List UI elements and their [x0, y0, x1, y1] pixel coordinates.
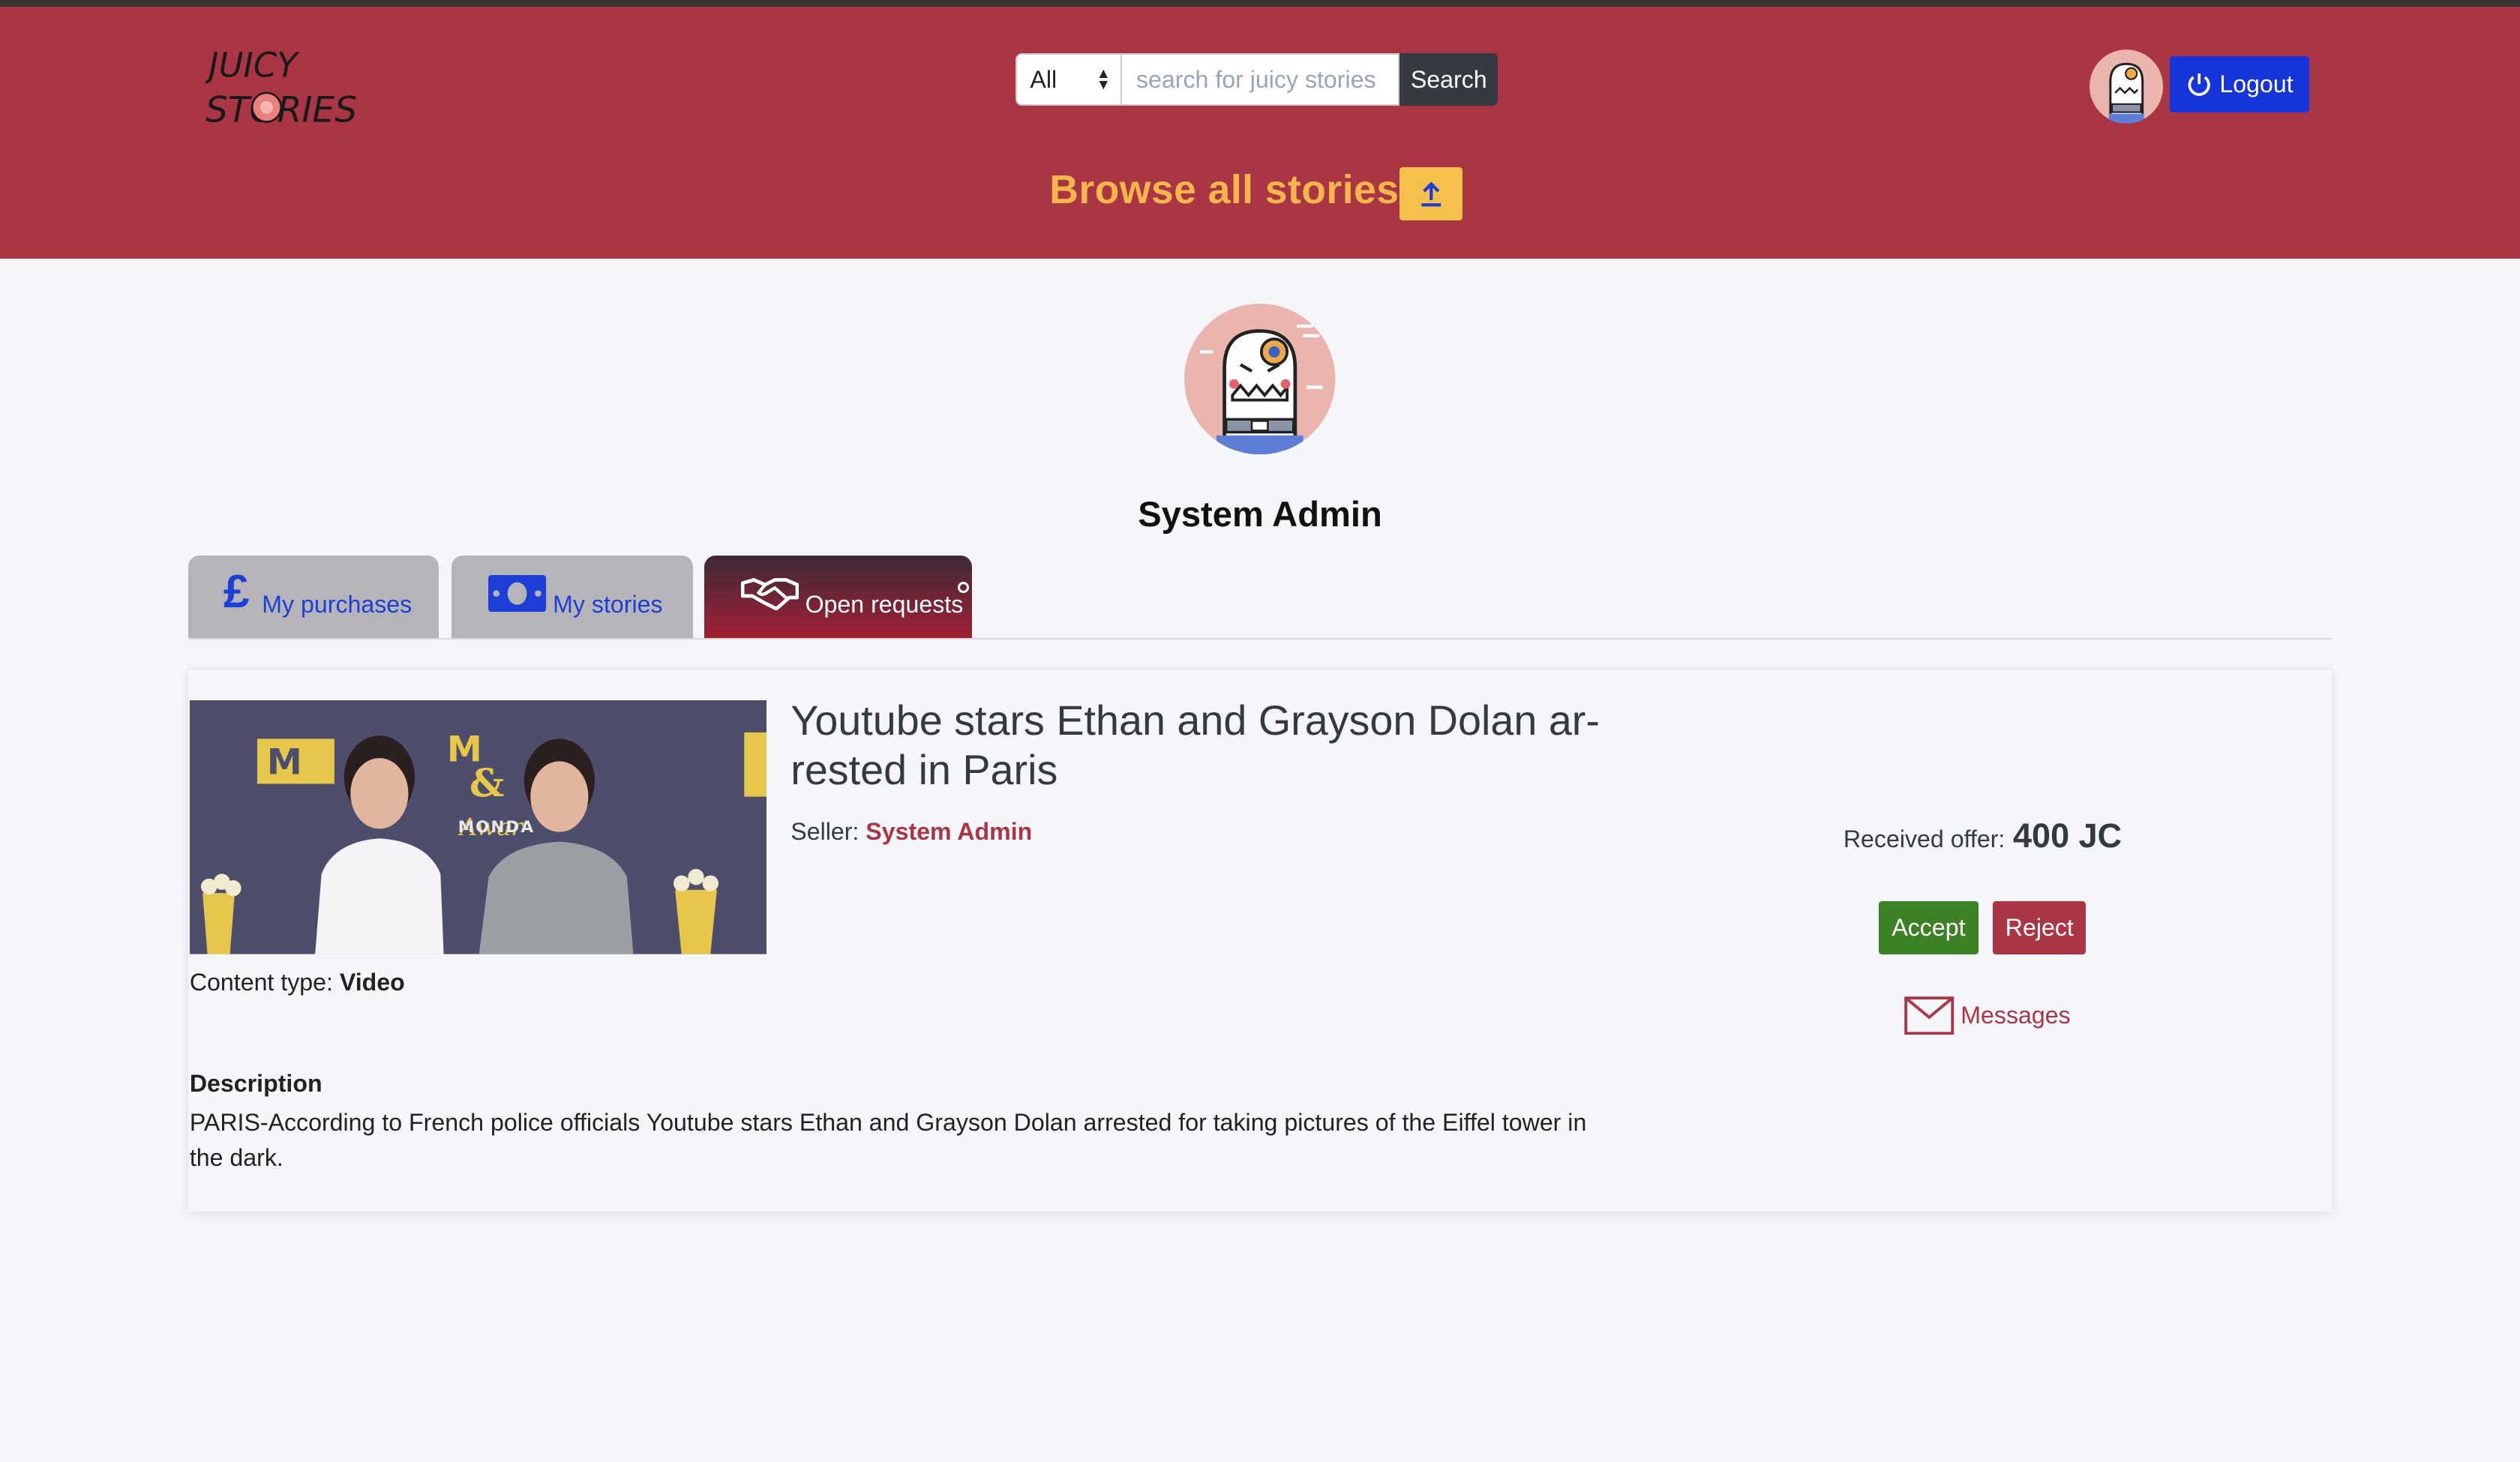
seller-line: Seller: System Admin	[790, 818, 1032, 846]
browse-all-stories-link[interactable]: Browse all stories	[1049, 167, 1399, 213]
tab-my-purchases[interactable]: £ My purchases	[188, 556, 439, 640]
tab-open-requests-label: Open requests	[805, 591, 964, 618]
story-title[interactable]: Youtube stars Ethan and Grayson Dolan ar…	[790, 696, 1626, 795]
pound-icon: £	[223, 566, 250, 619]
svg-text:M: M	[267, 742, 302, 783]
svg-text:JUICY: JUICY	[206, 46, 300, 85]
logout-button[interactable]: Logout	[2169, 56, 2310, 112]
tab-my-stories[interactable]: My stories	[452, 556, 693, 640]
search-input[interactable]: search for juicy stories	[1121, 52, 1400, 106]
envelope-icon	[1904, 996, 1954, 1035]
messages-label: Messages	[1960, 1001, 2071, 1029]
accept-button[interactable]: Accept	[1879, 901, 1978, 954]
banknote-icon	[488, 575, 547, 618]
content-type-label: Content type:	[189, 969, 333, 996]
upload-icon	[1421, 181, 1442, 207]
notification-dot	[958, 581, 970, 593]
upload-button[interactable]	[1400, 166, 1462, 220]
content-type: Content type: Video	[190, 969, 405, 996]
tab-my-stories-label: My stories	[553, 591, 663, 618]
profile-avatar	[1184, 304, 1336, 455]
juicy-stories-logo[interactable]: JUICY STORIES	[203, 38, 360, 135]
category-select[interactable]: All ▲ ▼	[1016, 52, 1122, 106]
seller-label: Seller:	[790, 817, 860, 845]
power-icon	[2188, 73, 2211, 97]
tab-my-purchases-label: My purchases	[262, 591, 412, 618]
description-text: PARIS-According to French police officia…	[189, 1109, 1587, 1172]
seller-name-link[interactable]: System Admin	[866, 818, 1032, 845]
offer-label: Received offer:	[1843, 825, 2006, 852]
logout-label: Logout	[2219, 70, 2294, 97]
content-type-value: Video	[339, 969, 405, 996]
search-button[interactable]: Search	[1400, 52, 1498, 106]
description-heading: Description	[189, 1070, 322, 1098]
top-border	[0, 0, 2520, 7]
image-caption-text: MONDA	[458, 817, 536, 837]
search-bar: All ▲ ▼ search for juicy stories Search	[1016, 52, 1498, 112]
story-thumbnail[interactable]: M M & Awar . MONDA MONDA	[189, 700, 767, 954]
header-bar	[0, 6, 2520, 259]
reject-button[interactable]: Reject	[1993, 901, 2086, 954]
offer-value: 400 JC	[2013, 816, 2122, 855]
handshake-icon	[740, 575, 800, 616]
tabs-divider	[188, 637, 2332, 640]
user-avatar[interactable]	[2089, 49, 2164, 124]
svg-text:&: &	[470, 762, 504, 807]
received-offer: Received offer: 400 JC	[1844, 816, 2122, 855]
tab-open-requests[interactable]: Open requests	[704, 556, 973, 640]
category-select-value: All	[1030, 65, 1058, 93]
profile-name: System Admin	[1138, 493, 1382, 534]
select-arrows-icon: ▲ ▼	[1096, 66, 1111, 94]
messages-link[interactable]: Messages	[1904, 996, 2071, 1035]
